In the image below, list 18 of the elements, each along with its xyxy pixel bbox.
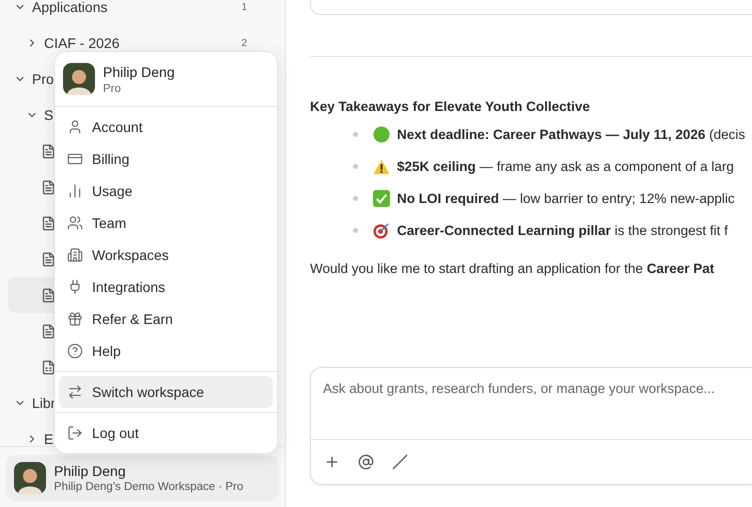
- folder-label: Pro: [32, 71, 54, 87]
- folder-label: S: [44, 107, 54, 123]
- user-name: Philip Deng: [54, 463, 127, 479]
- takeaway-text: Next deadline: Career Pathways — July 11, 2026 (decis: [397, 127, 746, 142]
- section-heading: Key Takeaways for Elevate Youth Collective: [310, 99, 591, 114]
- takeaway-text: $25K ceiling — frame any ask as a component of a larg: [397, 159, 734, 174]
- folder-label: CIAF - 2026: [44, 35, 120, 51]
- plan-label: Pro: [103, 82, 122, 94]
- menu-user-name: Philip Deng: [103, 64, 175, 80]
- takeaway-text: Career-Connected Learning pillar is the strongest fit f: [397, 223, 728, 238]
- question-text: Would you like me to start drafting an application for the Career Pat: [310, 261, 716, 276]
- item-count: 2: [241, 38, 247, 48]
- item-count: 1: [241, 2, 247, 12]
- takeaway-text: No LOI required — low barrier to entry; 12% new-applic: [397, 191, 735, 206]
- folder-label: Libr: [32, 395, 56, 411]
- folder-label: E: [44, 431, 54, 446]
- folder-label: Applications: [32, 0, 108, 15]
- workspace-name: Philip Deng's Demo Workspace · Pro: [54, 481, 244, 493]
